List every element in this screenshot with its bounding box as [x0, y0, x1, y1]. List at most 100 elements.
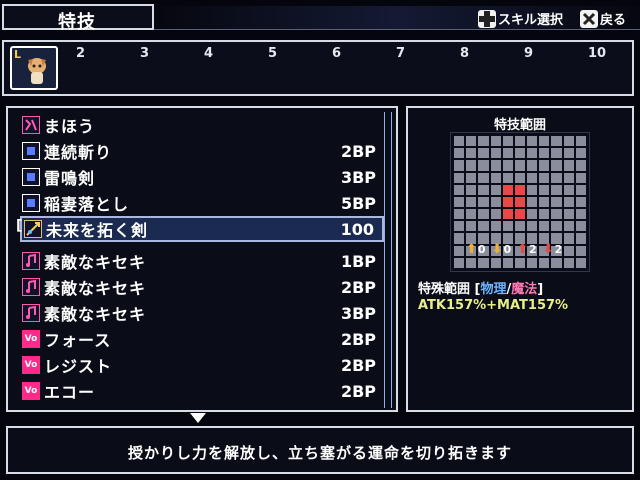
range-cell [551, 221, 562, 232]
skill-row[interactable]: 雷鳴剣 3BP [20, 164, 384, 190]
range-cell [539, 172, 550, 183]
range-cell [490, 257, 501, 268]
range-cell-hit [514, 196, 526, 208]
skill-row[interactable]: Vo フォース 2BP [20, 326, 384, 352]
range-cell [490, 148, 501, 159]
skill-row[interactable]: 稲妻落とし 5BP [20, 190, 384, 216]
slot-number[interactable]: 3 [140, 46, 149, 61]
range-cell [514, 148, 526, 159]
slot-number[interactable]: 9 [524, 46, 533, 61]
range-cell [539, 196, 550, 208]
range-cell [502, 172, 513, 183]
vo-icon: Vo [22, 330, 40, 348]
range-cell-hit [502, 184, 513, 195]
range-type: 特殊範囲 [418, 282, 471, 297]
hint-select-skill: スキル選択 [478, 9, 563, 28]
range-cell [527, 221, 538, 232]
vo-icon: Vo [22, 356, 40, 374]
range-cell-hit [502, 196, 513, 208]
range-cell [551, 136, 562, 147]
slot-number[interactable]: 5 [268, 46, 277, 61]
range-cell [527, 136, 538, 147]
arrow-up-icon: ⬆ [466, 242, 477, 257]
arrow-down-icon: ⬇ [542, 242, 554, 257]
slot-number[interactable]: 10 [588, 46, 606, 61]
range-cell [466, 172, 477, 183]
range-cell [502, 136, 513, 147]
range-cell [575, 184, 586, 195]
slot-current[interactable]: L [10, 46, 58, 90]
hint-select-label: スキル選択 [498, 13, 564, 28]
skill-name: レジスト [44, 357, 113, 376]
slot-number[interactable]: 8 [460, 46, 469, 61]
range-cell [466, 136, 477, 147]
range-cell [502, 257, 513, 268]
miracle-note-icon [22, 278, 40, 296]
skill-row[interactable]: Vo エコー 2BP [20, 378, 384, 404]
slot-number[interactable]: 2 [76, 46, 85, 61]
top-bar [154, 6, 640, 30]
range-cell [502, 148, 513, 159]
range-cell [575, 245, 586, 256]
skill-row[interactable]: 連続斬り 2BP [20, 138, 384, 164]
range-cell [490, 184, 501, 195]
range-cell [551, 148, 562, 159]
skill-row[interactable]: 素敵なキセキ 3BP [20, 300, 384, 326]
height-up-indicator: ⬆ 0 [466, 242, 486, 257]
range-cell [514, 257, 526, 268]
range-cell [466, 160, 477, 171]
range-cell [454, 148, 465, 159]
height-up-indicator: ⬆ 2 [517, 242, 537, 257]
skill-row[interactable]: 素敵なキセキ 2BP [20, 274, 384, 300]
damage-type-physical: 物理 [480, 282, 507, 297]
hint-back[interactable]: 戻る [580, 9, 626, 28]
skill-name: まほう [44, 117, 96, 136]
range-cell [575, 257, 586, 268]
range-cell [575, 196, 586, 208]
range-title: 特技範囲 [493, 118, 546, 133]
skill-cost: 2BP [340, 381, 376, 401]
range-cell [514, 136, 526, 147]
range-cell [539, 136, 550, 147]
skill-description: 授かりし力を解放し、立ち塞がる運命を切り拓きます [127, 444, 512, 462]
range-cell [563, 172, 574, 183]
skill-name: エコー [44, 383, 96, 402]
range-cell [563, 196, 574, 208]
skill-cost: 100 [340, 219, 374, 239]
selection-cursor-icon: [ [16, 218, 23, 234]
vo-icon: Vo [22, 382, 40, 400]
range-cell [490, 221, 501, 232]
range-cell [478, 148, 489, 159]
skill-row[interactable]: Vo レジスト 2BP [20, 352, 384, 378]
slot-number[interactable]: 7 [396, 46, 405, 61]
range-cell [563, 257, 574, 268]
hint-back-label: 戻る [600, 13, 627, 28]
list-scrollbar[interactable] [384, 112, 392, 408]
character-portrait-icon [28, 58, 46, 84]
range-cell [539, 209, 550, 220]
skill-name: 素敵なキセキ [44, 279, 147, 298]
range-cell [454, 184, 465, 195]
skill-cost: 2BP [340, 329, 376, 349]
range-cell [575, 160, 586, 171]
sword-skill-icon [22, 168, 40, 186]
range-cell [527, 160, 538, 171]
skill-row[interactable]: 素敵なキセキ 1BP [20, 248, 384, 274]
range-cell [514, 172, 526, 183]
range-cell [527, 148, 538, 159]
range-cell-hit [514, 184, 526, 195]
skill-list: まほう 連続斬り 2BP 雷鳴剣 3BP 稲妻落とし 5BP [ 未来を拓く剣 … [6, 106, 398, 412]
slot-number[interactable]: 6 [332, 46, 341, 61]
skill-row-selected[interactable]: [ 未来を拓く剣 100 [16, 216, 384, 242]
range-cell [551, 160, 562, 171]
range-cell [454, 221, 465, 232]
skill-row[interactable]: まほう [20, 112, 384, 138]
skill-cost: 5BP [340, 193, 376, 213]
range-cell [563, 233, 574, 244]
range-cell [478, 172, 489, 183]
slot-number[interactable]: 4 [204, 46, 213, 61]
range-height-indicators: ⬆ 0 ⬇ 0 ⬆ 2 ⬇ 2 [466, 242, 562, 257]
range-cell [490, 160, 501, 171]
range-cell [575, 233, 586, 244]
range-cell [563, 245, 574, 256]
